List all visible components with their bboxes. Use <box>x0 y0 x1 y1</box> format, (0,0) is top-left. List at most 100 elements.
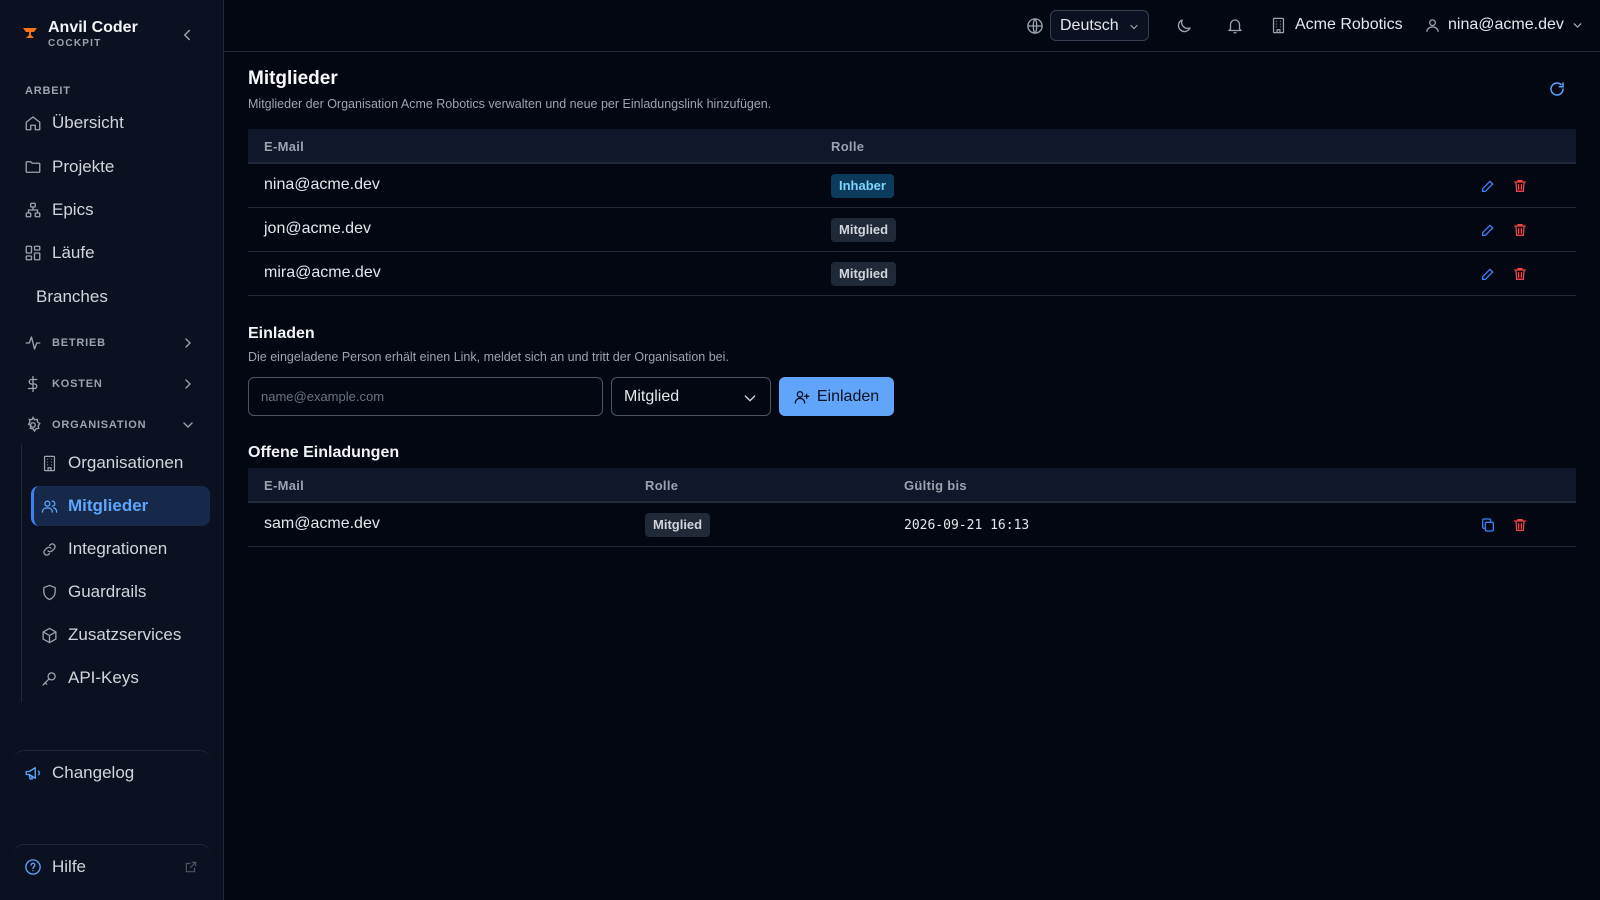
building-icon <box>41 455 58 472</box>
table-row: mira@acme.dev Mitglied <box>248 251 1576 295</box>
sidebar-item-label: Zusatzservices <box>68 625 182 644</box>
sidebar-item-guardrails[interactable]: Guardrails <box>31 572 210 612</box>
page-subtitle: Mitglieder der Organisation Acme Robotic… <box>248 97 772 111</box>
sidebar-item-projects[interactable]: Projekte <box>14 148 210 186</box>
brand-subtitle: COCKPIT <box>48 38 102 49</box>
sidebar-item-overview[interactable]: Übersicht <box>14 104 210 142</box>
copy-link-icon[interactable] <box>1480 517 1496 533</box>
shield-icon <box>41 584 58 601</box>
sidebar-item-label: Projekte <box>52 157 115 176</box>
gear-icon <box>24 416 42 434</box>
table-row: nina@acme.dev Inhaber <box>248 163 1576 207</box>
sidebar-item-label: Guardrails <box>68 582 147 601</box>
invite-role-select[interactable]: Mitglied <box>611 377 771 416</box>
invite-email-input[interactable] <box>248 377 603 416</box>
edit-pencil-icon[interactable] <box>1480 178 1496 194</box>
column-header-email: E-Mail <box>264 478 305 493</box>
sidebar-group-organisation[interactable]: ORGANISATION <box>14 410 210 440</box>
sidebar-item-label: Branches <box>36 287 108 306</box>
member-email: mira@acme.dev <box>264 264 381 281</box>
column-header-role: Rolle <box>831 139 865 154</box>
member-email: nina@acme.dev <box>264 176 380 193</box>
pending-invitations-table: E-Mail Rolle Gültig bis sam@acme.dev Mit… <box>248 468 1576 547</box>
delete-trash-icon[interactable] <box>1512 222 1528 238</box>
help-link[interactable]: Hilfe <box>14 844 210 888</box>
chevron-down-icon <box>1571 19 1584 32</box>
table-header: E-Mail Rolle <box>248 129 1576 163</box>
invite-description: Die eingeladene Person erhält einen Link… <box>248 350 729 364</box>
key-icon <box>41 670 58 687</box>
anvil-logo-icon <box>22 27 38 39</box>
invitation-email: sam@acme.dev <box>264 515 380 532</box>
column-header-email: E-Mail <box>264 139 305 154</box>
sidebar-group-label: ORGANISATION <box>52 419 147 431</box>
pending-invitations-title: Offene Einladungen <box>248 444 400 461</box>
section-label-work: ARBEIT <box>25 85 71 97</box>
changelog-link[interactable]: Changelog <box>14 750 210 794</box>
sidebar-group-operations[interactable]: BETRIEB <box>14 328 210 358</box>
invitation-expiry: 2026-09-21 16:13 <box>904 518 1030 533</box>
chevron-down-icon <box>742 390 758 406</box>
delete-trash-icon[interactable] <box>1512 517 1528 533</box>
dollar-icon <box>24 375 42 393</box>
layout-grid-icon <box>24 244 42 262</box>
table-row: jon@acme.dev Mitglied <box>248 207 1576 251</box>
sidebar-item-organisations[interactable]: Organisationen <box>31 443 210 483</box>
sidebar-item-api-keys[interactable]: API-Keys <box>31 658 210 698</box>
sidebar-item-addons[interactable]: Zusatzservices <box>31 615 210 655</box>
column-header-role: Rolle <box>645 478 679 493</box>
package-icon <box>41 627 58 644</box>
brand[interactable]: Anvil Coder COCKPIT <box>22 18 138 50</box>
chevron-down-icon <box>180 417 196 433</box>
members-table: E-Mail Rolle nina@acme.dev Inhaber jon@a… <box>248 129 1576 296</box>
sidebar-item-label: Übersicht <box>52 113 124 132</box>
external-link-icon <box>184 860 198 874</box>
sidebar-group-label: BETRIEB <box>52 337 106 349</box>
chevron-right-icon <box>180 335 196 351</box>
sidebar-item-label: Integrationen <box>68 539 168 558</box>
link-icon <box>41 541 58 558</box>
sidebar-item-epics[interactable]: Epics <box>14 191 210 229</box>
collapse-sidebar-chevron-left-icon[interactable] <box>178 26 196 44</box>
moon-icon[interactable] <box>1175 17 1193 35</box>
sidebar-item-label: Läufe <box>52 243 95 262</box>
sidebar-item-label: Mitglieder <box>68 496 149 515</box>
refresh-icon[interactable] <box>1548 80 1566 98</box>
table-header: E-Mail Rolle Gültig bis <box>248 468 1576 502</box>
sidebar-group-costs[interactable]: KOSTEN <box>14 369 210 399</box>
sidebar-item-branches[interactable]: Branches <box>14 278 210 316</box>
column-header-valid-until: Gültig bis <box>904 478 967 493</box>
user-plus-icon <box>794 389 810 405</box>
user-email: nina@acme.dev <box>1448 16 1564 33</box>
chevron-right-icon <box>180 376 196 392</box>
invite-button[interactable]: Einladen <box>779 377 894 416</box>
edit-pencil-icon[interactable] <box>1480 266 1496 282</box>
delete-trash-icon[interactable] <box>1512 266 1528 282</box>
main-content: Mitglieder Mitglieder der Organisation A… <box>224 52 1600 900</box>
user-icon <box>1424 17 1441 34</box>
sidebar-item-runs[interactable]: Läufe <box>14 234 210 272</box>
sidebar-item-members[interactable]: Mitglieder <box>31 486 210 526</box>
hierarchy-icon <box>24 201 42 219</box>
edit-pencil-icon[interactable] <box>1480 222 1496 238</box>
chevron-down-icon <box>1128 21 1140 33</box>
user-menu[interactable]: nina@acme.dev <box>1424 16 1584 34</box>
member-email: jon@acme.dev <box>264 220 371 237</box>
invite-button-label: Einladen <box>816 387 880 405</box>
sidebar: Anvil Coder COCKPIT ARBEIT Übersicht Pro… <box>0 0 224 900</box>
role-badge: Inhaber <box>831 174 894 198</box>
bell-icon[interactable] <box>1226 17 1244 35</box>
building-icon <box>1270 17 1287 34</box>
sidebar-item-integrations[interactable]: Integrationen <box>31 529 210 569</box>
help-label: Hilfe <box>52 856 87 876</box>
sidebar-item-label: API-Keys <box>68 668 139 687</box>
brand-name: Anvil Coder <box>48 19 138 36</box>
role-select-value: Mitglied <box>624 387 680 405</box>
role-badge: Mitglied <box>831 218 897 242</box>
delete-trash-icon[interactable] <box>1512 178 1528 194</box>
folder-icon <box>24 158 42 176</box>
organization-switcher[interactable]: Acme Robotics <box>1270 16 1403 34</box>
language-select[interactable]: Deutsch <box>1050 10 1149 41</box>
changelog-label: Changelog <box>52 762 135 782</box>
invite-title: Einladen <box>248 325 315 342</box>
